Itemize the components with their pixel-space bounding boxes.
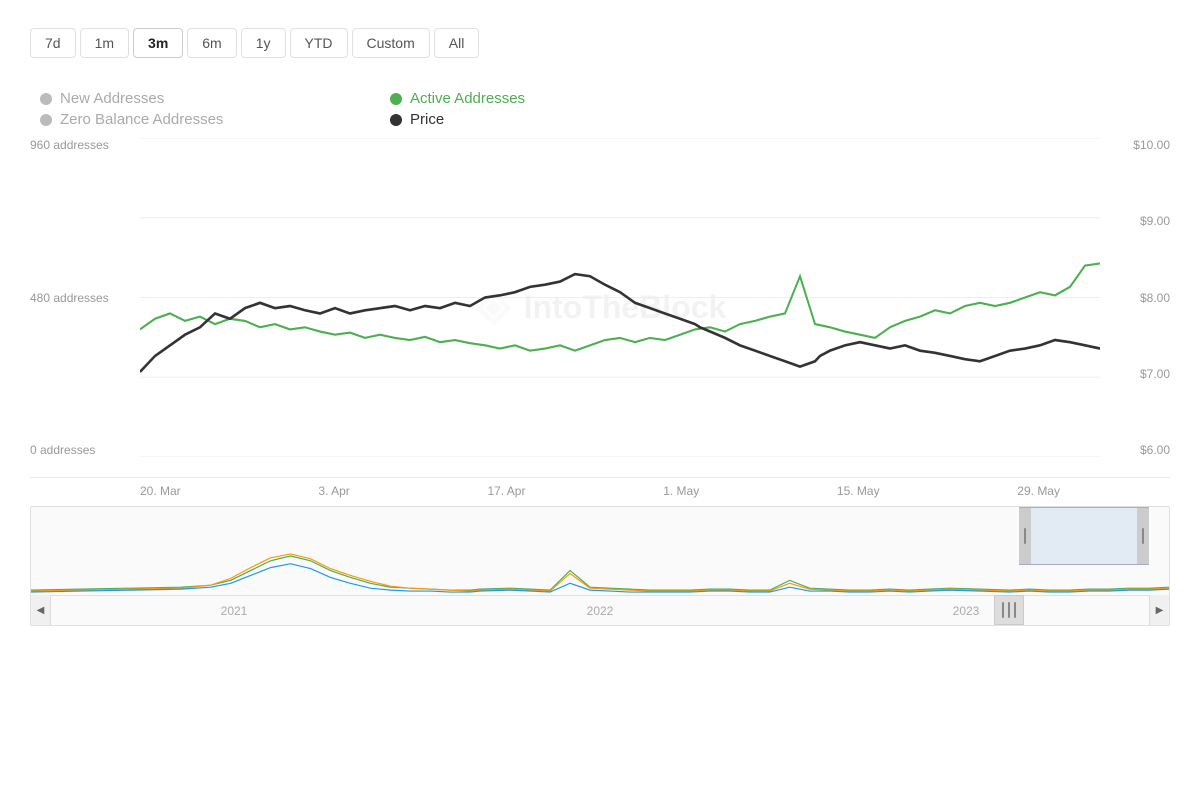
handle-line-1 — [1024, 528, 1026, 544]
nav-year-2023: 2023 — [953, 604, 980, 618]
navigator-chart — [31, 507, 1169, 595]
nav-scroll-handle[interactable] — [994, 595, 1024, 625]
legend-item-active-addresses[interactable]: Active Addresses — [390, 90, 720, 107]
y-right-3: $8.00 — [1140, 291, 1170, 305]
x-label-2: 3. Apr — [318, 484, 349, 498]
nav-handle-left[interactable] — [1019, 508, 1031, 564]
chart-main: IntoTheBlock 960 addresses 480 addresses… — [30, 138, 1170, 478]
x-axis: 20. Mar 3. Apr 17. Apr 1. May 15. May 29… — [30, 478, 1170, 498]
nav-selection — [1019, 507, 1149, 565]
legend-dot-new-addresses — [40, 93, 52, 105]
time-btn-ytd[interactable]: YTD — [290, 28, 348, 58]
y-left-mid: 480 addresses — [30, 291, 140, 305]
x-label-1: 20. Mar — [140, 484, 181, 498]
legend-label-new-addresses: New Addresses — [60, 90, 164, 107]
time-btn-3m[interactable]: 3m — [133, 28, 183, 58]
handle-center-line-3 — [1014, 602, 1016, 618]
y-left-top: 960 addresses — [30, 138, 140, 152]
x-label-3: 17. Apr — [487, 484, 525, 498]
y-axis-left: 960 addresses 480 addresses 0 addresses — [30, 138, 140, 477]
nav-year-2022: 2022 — [587, 604, 614, 618]
legend-dot-active-addresses — [390, 93, 402, 105]
scroll-left-icon: ◀ — [37, 605, 45, 616]
x-label-6: 29. May — [1017, 484, 1060, 498]
x-label-5: 15. May — [837, 484, 880, 498]
scroll-right-icon: ▶ — [1156, 605, 1164, 616]
chart-svg-area — [140, 138, 1100, 457]
time-btn-1y[interactable]: 1y — [241, 28, 286, 58]
nav-scroll-left-button[interactable]: ◀ — [31, 595, 51, 625]
y-right-4: $7.00 — [1140, 367, 1170, 381]
legend-label-zero-balance: Zero Balance Addresses — [60, 111, 223, 128]
time-range-bar: 7d1m3m6m1yYTDCustomAll — [30, 20, 1170, 66]
y-axis-right: $10.00 $9.00 $8.00 $7.00 $6.00 — [1100, 138, 1170, 477]
y-right-5: $6.00 — [1140, 443, 1170, 457]
legend-item-zero-balance[interactable]: Zero Balance Addresses — [40, 111, 370, 128]
time-btn-6m[interactable]: 6m — [187, 28, 236, 58]
nav-year-2021: 2021 — [221, 604, 248, 618]
legend-item-price[interactable]: Price — [390, 111, 720, 128]
main-container: 7d1m3m6m1yYTDCustomAll New Addresses Acti… — [0, 0, 1200, 800]
time-btn-all[interactable]: All — [434, 28, 480, 58]
chart-wrapper: IntoTheBlock 960 addresses 480 addresses… — [30, 138, 1170, 626]
x-label-4: 1. May — [663, 484, 699, 498]
time-btn-1m[interactable]: 1m — [80, 28, 129, 58]
legend: New Addresses Active Addresses Zero Balanc… — [30, 90, 730, 128]
legend-label-price: Price — [410, 111, 444, 128]
nav-handle-right[interactable] — [1137, 508, 1149, 564]
legend-item-new-addresses[interactable]: New Addresses — [40, 90, 370, 107]
legend-dot-zero-balance — [40, 114, 52, 126]
legend-dot-price — [390, 114, 402, 126]
nav-scroll-right-button[interactable]: ▶ — [1149, 595, 1169, 625]
y-right-2: $9.00 — [1140, 214, 1170, 228]
handle-line-2 — [1142, 528, 1144, 544]
handle-center-line-1 — [1002, 602, 1004, 618]
y-left-bot: 0 addresses — [30, 443, 140, 457]
time-btn-7d[interactable]: 7d — [30, 28, 76, 58]
y-right-1: $10.00 — [1133, 138, 1170, 152]
navigator: 2021 2022 2023 ◀ ▶ — [30, 506, 1170, 626]
handle-center-line-2 — [1008, 602, 1010, 618]
legend-label-active-addresses: Active Addresses — [410, 90, 525, 107]
time-btn-custom[interactable]: Custom — [352, 28, 430, 58]
